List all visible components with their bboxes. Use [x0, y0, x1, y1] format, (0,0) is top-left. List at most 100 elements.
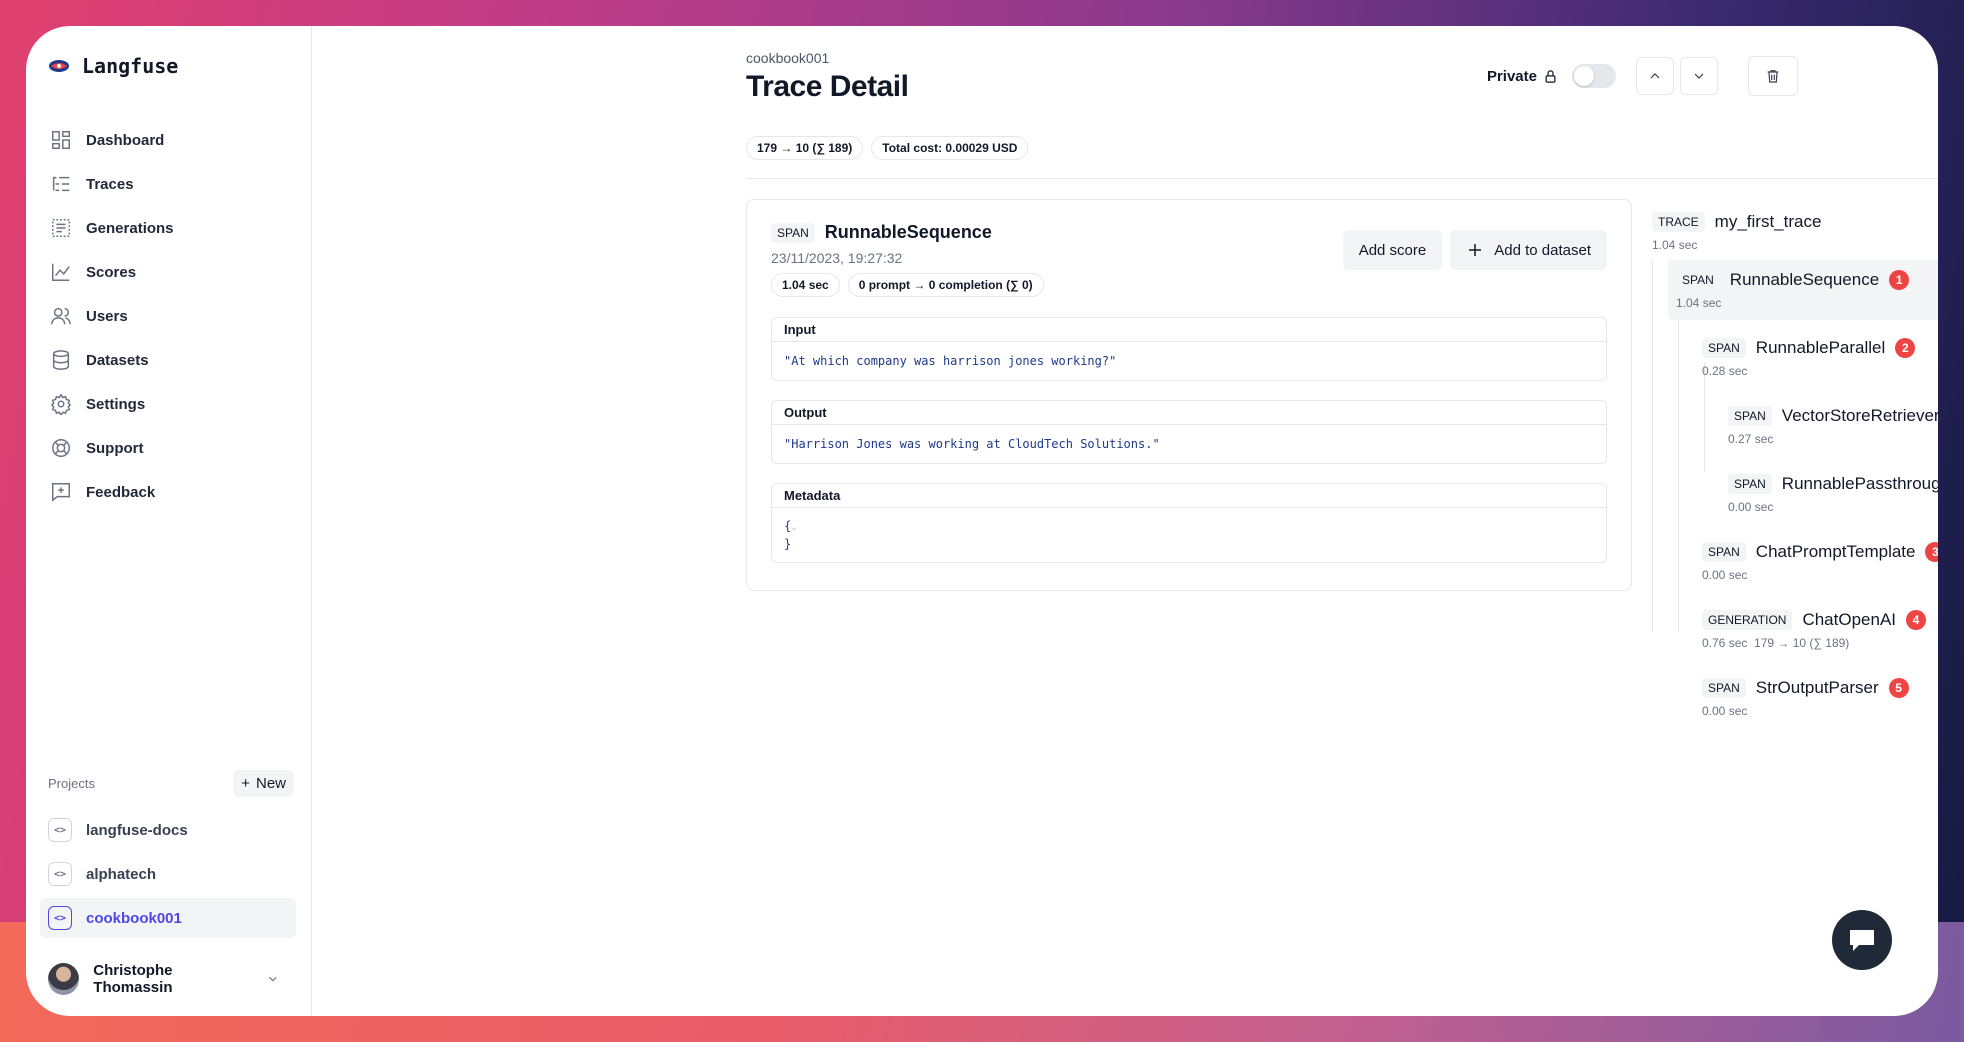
sidebar-item-label: Datasets	[86, 351, 149, 369]
page-title: Trace Detail	[746, 70, 909, 103]
node-name: ChatPromptTemplate	[1755, 542, 1916, 561]
span-token-pill: 0 prompt → 0 completion (∑ 0)	[847, 273, 1044, 297]
lifebuoy-icon	[52, 439, 70, 457]
sidebar: Langfuse Dashboard Traces Generations Sc…	[26, 26, 312, 1016]
private-toggle[interactable]	[1572, 64, 1616, 88]
input-label: Input	[772, 318, 1606, 342]
sidebar-item-label: Feedback	[86, 483, 156, 501]
divider	[746, 178, 1938, 179]
feedback-icon	[52, 483, 70, 502]
generations-icon	[52, 219, 70, 237]
node-badge: 3	[1925, 542, 1938, 562]
node-type-tag: SPAN	[1728, 406, 1772, 426]
sidebar-item-label: Dashboard	[86, 131, 165, 149]
add-score-label: Add score	[1358, 241, 1427, 259]
sidebar-item-dashboard[interactable]: Dashboard	[40, 118, 298, 162]
chart-line-icon	[52, 263, 70, 281]
project-item-langfuse-docs[interactable]: <> langfuse-docs	[40, 810, 296, 850]
output-value[interactable]: "Harrison Jones was working at CloudTech…	[772, 425, 1606, 463]
projects-label: Projects	[48, 776, 95, 791]
previous-trace-button[interactable]	[1636, 57, 1674, 95]
sidebar-item-label: Scores	[86, 263, 137, 281]
tree-node-runnablesequence[interactable]: SPAN RunnableSequence 1 1.04 sec	[1668, 260, 1938, 320]
node-type-tag: SPAN	[1728, 474, 1772, 494]
add-to-dataset-button[interactable]: Add to dataset	[1450, 230, 1607, 270]
new-project-button[interactable]: + New	[233, 770, 294, 797]
node-badge: 2	[1895, 338, 1916, 358]
trace-name: my_first_trace	[1714, 212, 1822, 231]
trace-duration: 1.04 sec	[1652, 238, 1698, 252]
gear-icon	[50, 393, 72, 415]
tree-node-chatprompttemplate[interactable]: SPAN ChatPromptTemplate 3 0.00 sec	[1702, 542, 1938, 582]
plus-icon: +	[241, 775, 250, 792]
delete-button[interactable]	[1748, 56, 1798, 96]
span-actions: Add score Add to dataset	[1342, 230, 1607, 270]
header-actions: Private	[1487, 56, 1798, 96]
users-icon	[51, 307, 71, 325]
metadata-value[interactable]: {⌵ }	[772, 508, 1606, 562]
trace-tree: TRACE my_first_trace 1.04 sec SPAN Runna…	[1652, 212, 1938, 718]
dashboard-icon	[52, 131, 70, 149]
sidebar-item-generations[interactable]: Generations	[40, 206, 298, 250]
sidebar-item-label: Generations	[86, 219, 174, 237]
sidebar-item-feedback[interactable]: Feedback	[40, 470, 298, 514]
chat-support-button[interactable]	[1832, 910, 1892, 970]
metadata-panel: Metadata {⌵ }	[771, 483, 1607, 563]
node-duration: 0.27 sec	[1728, 432, 1774, 446]
span-detail-card: SPAN RunnableSequence 23/11/2023, 19:27:…	[746, 199, 1632, 591]
sidebar-item-support[interactable]: Support	[40, 426, 298, 470]
span-header: SPAN RunnableSequence	[771, 222, 992, 243]
trace-root-node[interactable]: TRACE my_first_trace 1.04 sec	[1652, 212, 1938, 252]
chevron-down-icon	[1694, 73, 1704, 79]
tree-node-chatopenai[interactable]: GENERATION ChatOpenAI 4 0.76 sec 179 → 1…	[1702, 610, 1927, 650]
node-type-tag: GENERATION	[1702, 610, 1793, 630]
node-type-tag: SPAN	[1702, 678, 1746, 698]
sidebar-item-users[interactable]: Users	[40, 294, 298, 338]
total-cost-pill: Total cost: 0.00029 USD	[871, 136, 1029, 160]
tree-node-runnablepassthrough[interactable]: SPAN RunnablePassthrough 0.00 sec	[1728, 474, 1938, 514]
chat-bubble-icon	[1850, 930, 1874, 951]
node-badge: 4	[1906, 610, 1927, 630]
tree-node-vectorstoreretriever[interactable]: SPAN VectorStoreRetriever 0.27 sec	[1728, 406, 1938, 446]
tree-node-stroutputparser[interactable]: SPAN StrOutputParser 5 0.00 sec	[1702, 678, 1909, 718]
chevron-down-icon	[269, 976, 277, 982]
node-duration: 0.76 sec 179 → 10 (∑ 189)	[1702, 636, 1850, 650]
sidebar-item-datasets[interactable]: Datasets	[40, 338, 298, 382]
new-project-label: New	[255, 775, 286, 792]
sidebar-item-settings[interactable]: Settings	[40, 382, 298, 426]
metadata-label: Metadata	[772, 484, 1606, 508]
project-name: cookbook001	[86, 909, 182, 927]
trace-stats: 179 → 10 (∑ 189) Total cost: 0.00029 USD	[746, 136, 1029, 160]
node-type-tag: SPAN	[1676, 270, 1720, 290]
code-icon: <>	[48, 906, 72, 930]
sidebar-item-traces[interactable]: Traces	[40, 162, 298, 206]
input-value[interactable]: "At which company was harrison jones wor…	[772, 342, 1606, 380]
tree-guide-line	[1678, 312, 1679, 632]
langfuse-logo-icon	[49, 60, 69, 72]
sidebar-item-label: Support	[86, 439, 144, 457]
sidebar-item-scores[interactable]: Scores	[40, 250, 298, 294]
sidebar-item-label: Settings	[86, 395, 146, 413]
collapse-chevron-icon[interactable]: ⌵	[791, 523, 796, 533]
private-label: Private	[1486, 67, 1537, 85]
project-item-alphatech[interactable]: <> alphatech	[40, 854, 296, 894]
add-score-button[interactable]: Add score	[1342, 230, 1443, 270]
project-item-cookbook001[interactable]: <> cookbook001	[40, 898, 296, 938]
node-name: RunnableSequence	[1729, 270, 1880, 289]
user-menu[interactable]: Christophe Thomassin	[48, 962, 294, 996]
project-name: alphatech	[86, 865, 157, 883]
node-name: RunnablePassthrough	[1781, 474, 1938, 493]
plus-icon	[1469, 244, 1482, 256]
token-usage-pill: 179 → 10 (∑ 189)	[746, 136, 864, 160]
trace-type-tag: TRACE	[1652, 212, 1705, 232]
next-trace-button[interactable]	[1680, 57, 1718, 95]
main-content: cookbook001 Trace Detail Private 179 → 1…	[312, 26, 1938, 1016]
code-icon: <>	[48, 818, 72, 842]
brand[interactable]: Langfuse	[48, 54, 178, 78]
metadata-close-brace: }	[784, 537, 792, 551]
tree-node-runnableparallel[interactable]: SPAN RunnableParallel 2 0.28 sec	[1702, 338, 1916, 378]
tree-guide-line	[1704, 362, 1705, 472]
add-to-dataset-label: Add to dataset	[1494, 241, 1591, 259]
breadcrumb[interactable]: cookbook001	[746, 50, 829, 66]
chevron-up-icon	[1650, 73, 1660, 79]
